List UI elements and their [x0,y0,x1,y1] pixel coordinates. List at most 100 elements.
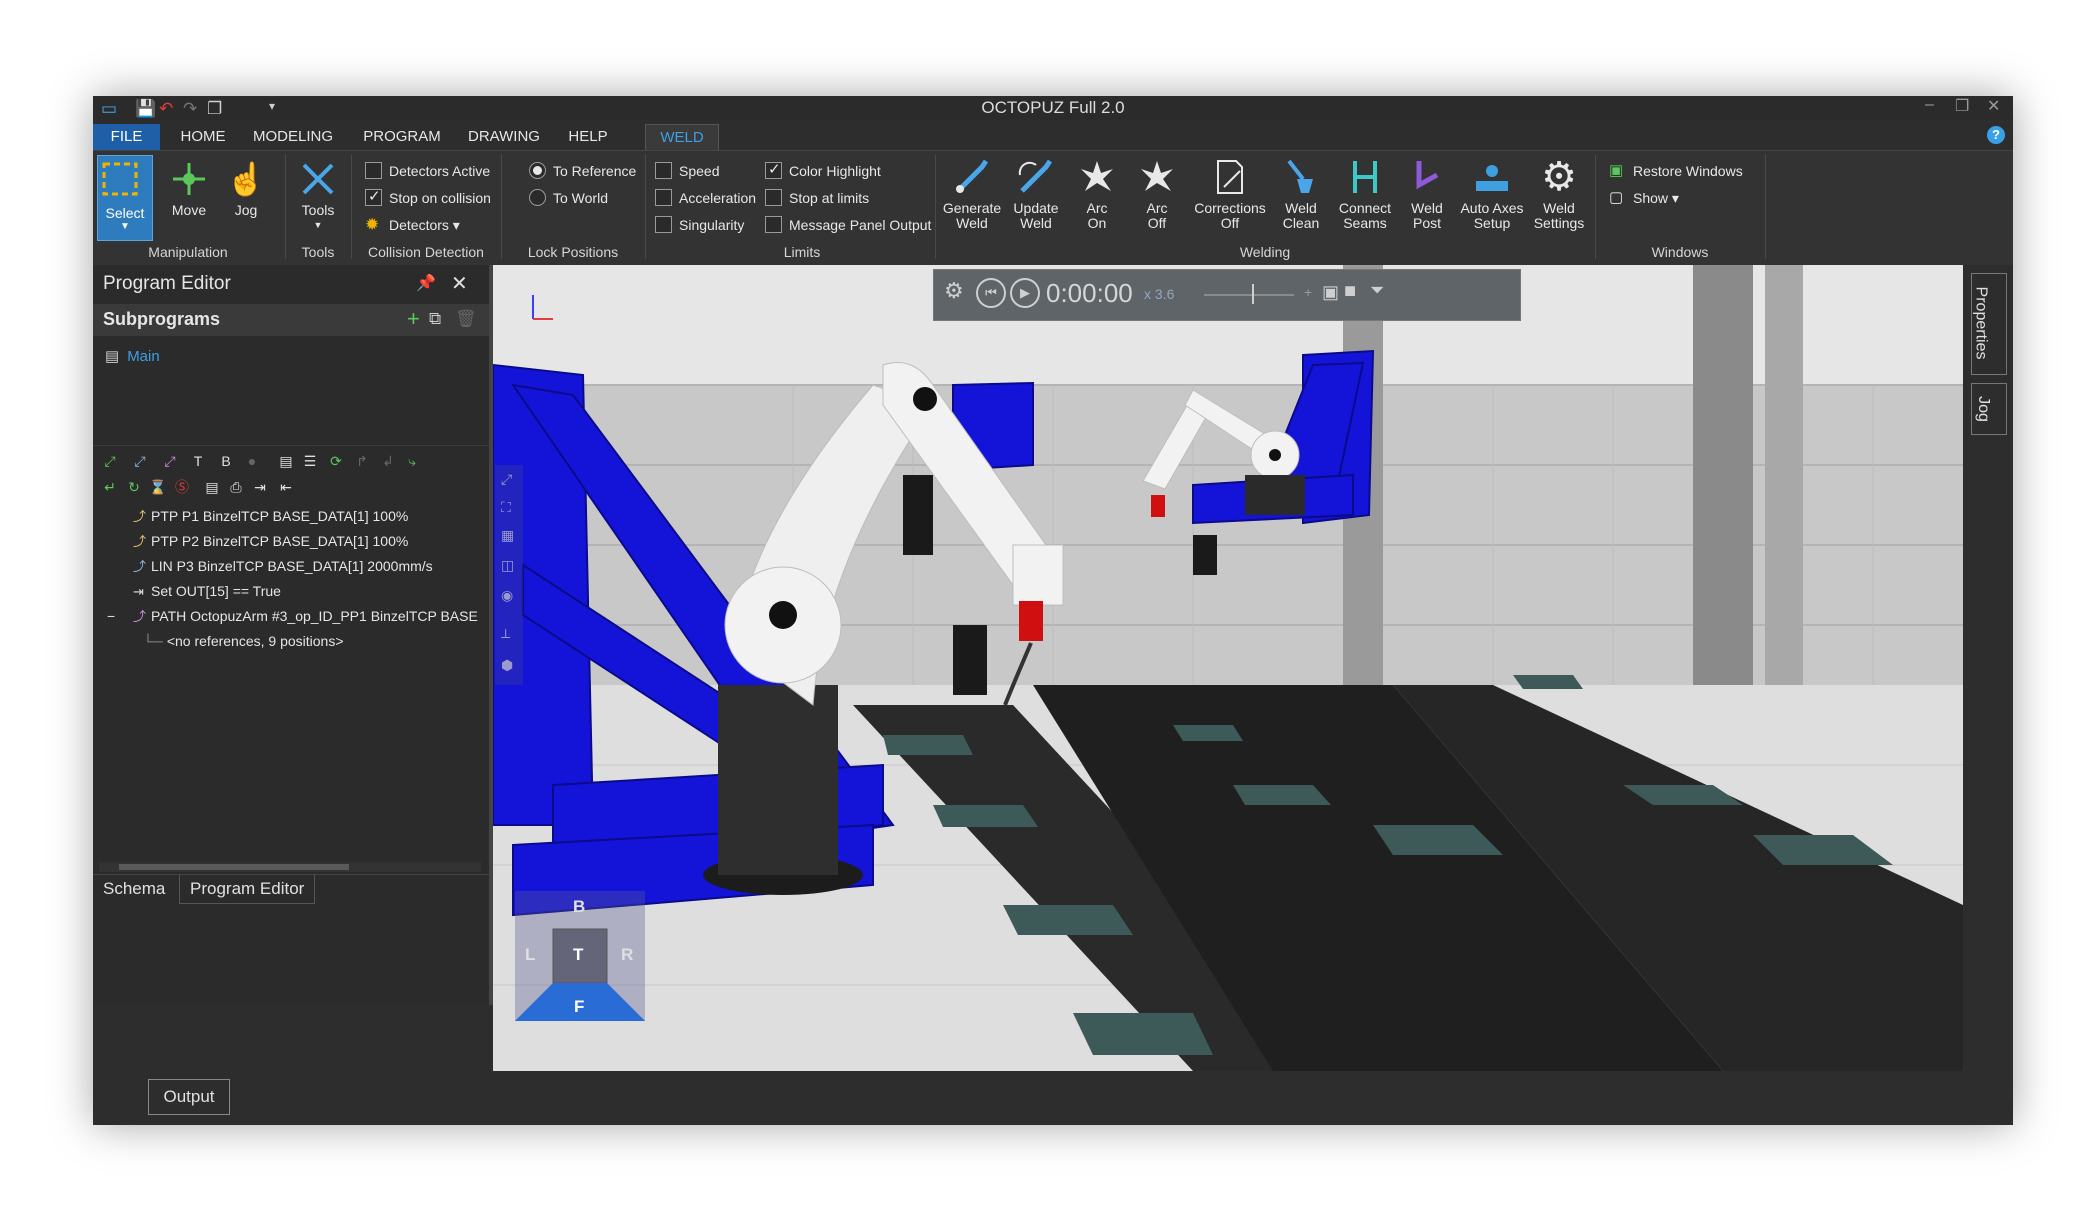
axes-icon[interactable]: ⟂ [501,625,510,642]
tab-schema[interactable]: Schema [93,875,175,903]
display-icon[interactable]: ⬢ [501,657,513,674]
navcube-right[interactable]: R [621,945,633,965]
weld-post-button[interactable]: Weld Post [1399,157,1455,231]
copy-icon[interactable]: ⧉ [429,309,441,329]
navcube-top[interactable]: T [573,945,583,965]
filter-icon[interactable]: ⏷ [1370,280,1384,301]
select-button[interactable]: Select ▼ [97,155,153,241]
script-icon[interactable]: ▤ [277,452,295,470]
subprogram-main[interactable]: ▤ Main [105,347,160,365]
stop-on-collision-checkbox[interactable]: Stop on collision [365,187,491,208]
move-button[interactable]: Move [159,159,219,218]
tab-weld[interactable]: WELD [645,124,719,151]
tree-item[interactable]: ⤴ PTP P2 BinzelTCP BASE_DATA[1] 100% [133,531,408,551]
restore-icon[interactable]: ❐ [1955,96,1969,116]
export-pdf-icon[interactable]: ▣ [1322,282,1339,303]
delete-icon[interactable]: 🗑 [455,309,477,329]
arc-off-button[interactable]: Arc Off [1129,157,1185,231]
corrections-off-button[interactable]: Corrections Off [1191,157,1269,231]
zoom-extents-icon[interactable]: ⤢ [501,471,512,488]
output-icon[interactable]: ⇤ [277,478,295,496]
return-icon[interactable]: ↲ [379,452,397,470]
step-icon[interactable]: ↱ [353,452,371,470]
tab-modeling[interactable]: MODELING [243,124,343,150]
tree-item[interactable]: ⇥ Set OUT[15] == True [133,581,281,601]
tool-icon[interactable]: T [189,452,207,470]
scrollbar-thumb[interactable] [119,864,349,870]
lin-icon[interactable]: ⤢ [131,452,149,470]
tab-drawing[interactable]: DRAWING [461,124,547,150]
jump-icon[interactable]: ↵ [101,478,119,496]
circ-icon[interactable]: ⤢ [161,452,179,470]
ptp-icon[interactable]: ⤢ [101,452,119,470]
rewind-icon[interactable]: ⏮ [976,278,1006,308]
navcube-front[interactable]: F [574,997,584,1017]
tree-item-child[interactable]: └─ <no references, 9 positions> [143,631,344,651]
record-icon[interactable]: ● [243,452,261,470]
stop-icon[interactable]: Ⓢ [173,478,191,496]
tab-home[interactable]: HOME [173,124,233,150]
pin-icon[interactable]: 📌 [416,273,436,293]
jog-button[interactable]: ☝ Jog [219,159,273,218]
tools-button[interactable]: Tools ▼ [293,159,343,233]
3d-viewport[interactable]: ⚙ ⏮ ▶ 0:00:00 x 3.6 + ▣ ■ ⏷ ⤢ ⛶ ▦ ◫ ◉ ⟂ … [493,265,1963,1071]
tree-item[interactable]: − ⤴ PATH OctopuzArm #3_op_ID_PP1 BinzelTCP… [107,606,478,626]
color-highlight-checkbox[interactable]: Color Highlight [765,160,881,181]
singularity-checkbox[interactable]: Singularity [655,215,744,235]
generate-weld-button[interactable]: Generate Weld [941,157,1003,231]
wait-icon[interactable]: ⌛ [149,478,167,496]
refresh-icon[interactable]: ↻ [125,478,143,496]
horizontal-scrollbar[interactable] [99,862,481,872]
gear-icon[interactable]: ⚙ [944,278,964,304]
tree-item[interactable]: ⤴ PTP P1 BinzelTCP BASE_DATA[1] 100% [133,506,408,526]
show-dropdown[interactable]: ▢ Show ▾ [1609,188,1679,208]
add-icon[interactable]: + [407,306,420,332]
connect-seams-button[interactable]: Connect Seams [1333,157,1397,231]
print-icon[interactable]: ⎙ [227,478,245,496]
to-world-radio[interactable]: To World [529,188,608,208]
tab-help[interactable]: HELP [561,124,615,150]
base-icon[interactable]: B [217,452,235,470]
branch-icon[interactable]: ⤷ [403,452,421,470]
to-reference-radio[interactable]: To Reference [529,161,636,181]
help-icon[interactable]: ? [1987,126,2005,144]
restore-windows-button[interactable]: ▣ Restore Windows [1609,161,1743,181]
minimize-icon[interactable]: – [1925,96,1934,114]
close-icon[interactable]: ✕ [451,271,468,296]
navigation-cube[interactable]: B L T R F [515,891,645,1021]
message-panel-output-checkbox[interactable]: Message Panel Output [765,215,931,235]
arc-on-button[interactable]: Arc On [1069,157,1125,231]
tab-jog[interactable]: Jog [1971,383,2007,435]
play-icon[interactable]: ▶ [1010,278,1040,308]
speed-checkbox[interactable]: Speed [655,161,719,181]
tab-program[interactable]: PROGRAM [359,124,445,150]
input-icon[interactable]: ⇥ [251,478,269,496]
tab-file[interactable]: FILE [93,124,160,150]
close-icon[interactable]: ✕ [1987,96,2000,116]
weld-clean-button[interactable]: Weld Clean [1271,157,1331,231]
stop-at-limits-checkbox[interactable]: Stop at limits [765,188,869,208]
view-icon[interactable]: ▦ [501,527,514,544]
update-weld-button[interactable]: Update Weld [1005,157,1067,231]
output-tab[interactable]: Output [148,1079,230,1115]
navcube-left[interactable]: L [525,945,535,965]
tab-program-editor[interactable]: Program Editor [179,875,316,904]
video-camera-icon[interactable]: ■ [1344,280,1356,303]
tree-item[interactable]: ⤴ LIN P3 BinzelTCP BASE_DATA[1] 2000mm/s [133,556,433,576]
navcube-back[interactable]: B [573,897,585,917]
detectors-active-checkbox[interactable]: Detectors Active [365,161,490,181]
tab-properties[interactable]: Properties [1971,273,2007,375]
plus-icon[interactable]: + [1304,284,1312,300]
detectors-dropdown[interactable]: ✹ Detectors ▾ [365,215,460,235]
acceleration-checkbox[interactable]: Acceleration [655,188,756,208]
cube-icon[interactable]: ◫ [501,557,514,574]
weld-settings-button[interactable]: ⚙ Weld Settings [1529,157,1589,231]
speed-slider-thumb[interactable] [1252,284,1254,304]
zoom-window-icon[interactable]: ⛶ [501,499,511,516]
list-icon[interactable]: ☰ [301,452,319,470]
loop-icon[interactable]: ⟳ [327,452,345,470]
speed-slider[interactable] [1204,294,1294,296]
auto-axes-setup-button[interactable]: Auto Axes Setup [1457,157,1527,231]
shading-icon[interactable]: ◉ [501,587,513,604]
comment-icon[interactable]: ▤ [203,478,221,496]
